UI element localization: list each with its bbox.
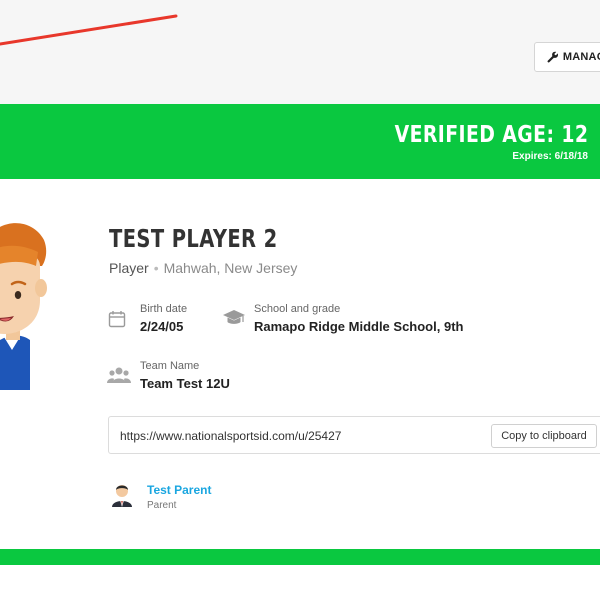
- player-name: TEST PLAYER 2: [109, 224, 278, 253]
- parent-role: Parent: [147, 500, 177, 511]
- wrench-icon: [547, 51, 559, 63]
- bottom-green-bar: [0, 549, 600, 565]
- copy-to-clipboard-button[interactable]: Copy to clipboard: [491, 424, 597, 448]
- manage-button[interactable]: MANAGE: [534, 42, 600, 72]
- manage-label: MANAGE: [562, 51, 600, 63]
- player-role: Player: [109, 260, 149, 276]
- profile-url-text[interactable]: https://www.nationalsportsid.com/u/25427: [120, 429, 341, 443]
- school-value: Ramapo Ridge Middle School, 9th: [254, 319, 464, 334]
- player-avatar: [0, 223, 47, 390]
- separator-dot: •: [153, 260, 159, 276]
- player-location: Mahwah, New Jersey: [163, 260, 298, 276]
- birth-date-label: Birth date: [140, 303, 188, 315]
- annotation-arrow-line: [0, 14, 178, 46]
- player-card: [0, 179, 600, 549]
- group-icon: [107, 367, 131, 383]
- birth-date-value: 2/24/05: [140, 319, 184, 334]
- graduation-cap-icon: [223, 310, 245, 324]
- player-subline: Player • Mahwah, New Jersey: [109, 260, 297, 276]
- school-label: School and grade: [254, 303, 341, 315]
- expiry-date: Expires: 6/18/18: [512, 151, 588, 162]
- team-value: Team Test 12U: [140, 376, 230, 391]
- parent-avatar: [112, 485, 132, 507]
- verified-age: VERIFIED AGE: 12: [394, 122, 588, 148]
- parent-name-link[interactable]: Test Parent: [147, 483, 211, 497]
- calendar-icon: [108, 311, 126, 328]
- team-label: Team Name: [140, 360, 200, 372]
